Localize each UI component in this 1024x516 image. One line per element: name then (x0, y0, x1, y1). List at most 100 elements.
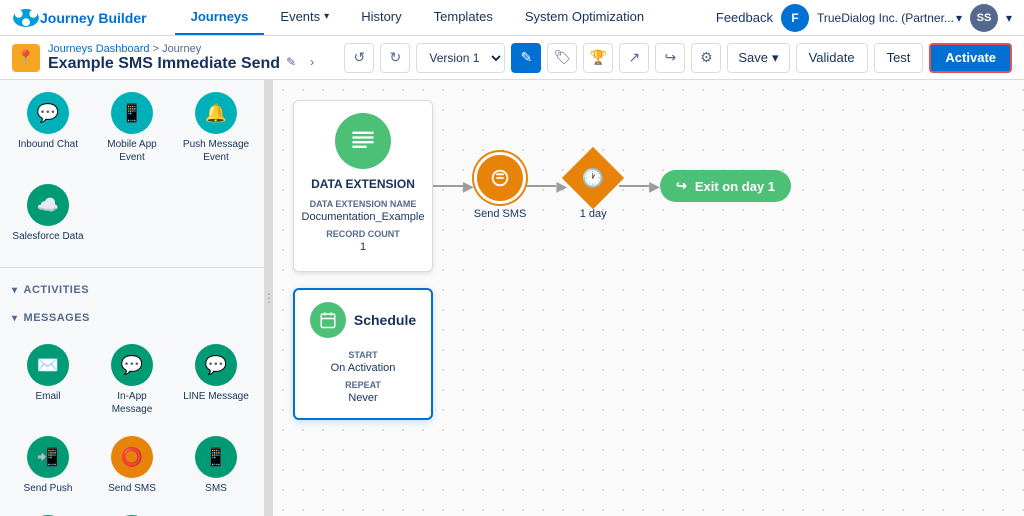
salesforce-data-label: Salesforce Data (12, 230, 83, 243)
de-name-value: Documentation_Example (302, 211, 425, 223)
nav-tab-events[interactable]: Events ▾ (264, 0, 345, 35)
breadcrumb-separator: > (153, 43, 162, 55)
share-icon-button[interactable]: ↪ (655, 43, 685, 73)
schedule-repeat-label: REPEAT (345, 380, 381, 390)
line-message-icon: 💬 (195, 344, 237, 386)
mobile-app-label: Mobile App Event (96, 138, 168, 164)
panel-divider-1 (0, 267, 264, 268)
logo: Journey Builder (0, 0, 175, 35)
schedule-card[interactable]: Schedule START On Activation REPEAT Neve… (293, 288, 433, 420)
user-avatar[interactable]: SS (970, 4, 998, 32)
second-bar-actions: ↺ ↻ Version 1 ✎ 🏷 🏆 ↗ ↪ ⚙ Save ▾ Validat… (344, 43, 1012, 73)
data-extension-title: DATA EXTENSION (311, 177, 415, 191)
clock-icon: 🕐 (582, 167, 604, 188)
sidebar-item-email[interactable]: ✉️ Email (8, 336, 88, 424)
sidebar-item-whatsapp[interactable]: 📞 WhatsApp (8, 507, 88, 516)
version-select[interactable]: Version 1 (416, 43, 505, 73)
nav-tabs: Journeys Events ▾ History Templates Syst… (175, 0, 661, 35)
sidebar-item-send-push[interactable]: 📲 Send Push (8, 428, 88, 503)
nav-tab-system-optimization[interactable]: System Optimization (509, 0, 660, 35)
pencil-button[interactable]: ✎ (511, 43, 541, 73)
send-push-icon: 📲 (27, 436, 69, 478)
user-menu[interactable]: ▾ (1006, 11, 1012, 25)
breadcrumb-parent[interactable]: Journeys Dashboard (48, 43, 150, 55)
inbound-chat-icon: 💬 (27, 92, 69, 134)
redo-button[interactable]: ↻ (380, 43, 410, 73)
wait-node[interactable]: 🕐 1 day (567, 152, 619, 220)
schedule-icon (310, 302, 346, 338)
in-app-icon: 💬 (111, 344, 153, 386)
undo-button[interactable]: ↺ (344, 43, 374, 73)
chevron-right-icon[interactable]: › (310, 55, 328, 73)
line-message-label: LINE Message (183, 390, 249, 403)
sidebar-item-mobile-app-event[interactable]: 📱 Mobile App Event (92, 84, 172, 172)
sidebar-item-send-sms[interactable]: ⭕ Send SMS (92, 428, 172, 503)
sidebar-item-sms[interactable]: 📱 SMS (176, 428, 256, 503)
send-sms-circle (474, 152, 526, 204)
sources-grid: 💬 Inbound Chat 📱 Mobile App Event 🔔 Push… (0, 80, 264, 259)
breadcrumb: Journeys Dashboard > Journey (48, 43, 328, 55)
nav-tab-journeys[interactable]: Journeys (175, 0, 265, 35)
send-sms-node[interactable]: Send SMS (474, 152, 527, 220)
resize-handle[interactable] (265, 80, 273, 516)
nav-right: Feedback F TrueDialog Inc. (Partner... ▾… (716, 4, 1024, 32)
exit-icon: ↪ (676, 178, 687, 194)
chevron-down-icon: ▾ (12, 285, 18, 296)
trophy-icon-button[interactable]: 🏆 (583, 43, 613, 73)
nav-tab-history[interactable]: History (345, 0, 417, 35)
flow-row: DATA EXTENSION DATA EXTENSION NAME Docum… (293, 100, 1004, 272)
email-icon: ✉️ (27, 344, 69, 386)
breadcrumb-current: Journey (162, 43, 201, 55)
sms-label: SMS (205, 482, 227, 495)
data-extension-card[interactable]: DATA EXTENSION DATA EXTENSION NAME Docum… (293, 100, 433, 272)
line-2 (526, 185, 556, 187)
mobile-app-icon: 📱 (111, 92, 153, 134)
activities-section-header[interactable]: ▾ ACTIVITIES (0, 276, 264, 304)
activate-button[interactable]: Activate (929, 43, 1012, 73)
export-icon-button[interactable]: ↗ (619, 43, 649, 73)
messages-grid: ✉️ Email 💬 In-App Message 💬 LINE Message… (0, 332, 264, 516)
line-3 (619, 185, 649, 187)
sidebar-item-line-message[interactable]: 💬 LINE Message (176, 336, 256, 424)
chevron-down-icon: ▾ (772, 50, 779, 66)
exit-node[interactable]: ↪ Exit on day 1 (660, 170, 791, 202)
push-message-label: Push Message Event (180, 138, 252, 164)
arrow-icon-3: ▶ (649, 178, 660, 195)
sms-icon: 📱 (195, 436, 237, 478)
send-push-label: Send Push (24, 482, 73, 495)
tag-icon-button[interactable]: 🏷 (547, 43, 577, 73)
messages-section-header[interactable]: ▾ Messages (0, 304, 264, 332)
de-count-label: RECORD COUNT (326, 229, 400, 239)
nav-tab-templates[interactable]: Templates (418, 0, 509, 35)
wait-diamond-container: 🕐 (567, 152, 619, 204)
test-button[interactable]: Test (874, 43, 924, 73)
de-count-value: 1 (360, 241, 366, 253)
chevron-down-icon: ▾ (956, 11, 962, 25)
location-icon: 📍 (17, 49, 34, 66)
send-sms-label: Send SMS (474, 208, 527, 220)
breadcrumb-area: Journeys Dashboard > Journey Example SMS… (48, 43, 328, 73)
edit-icon[interactable]: ✎ (286, 55, 304, 73)
canvas-area[interactable]: DATA EXTENSION DATA EXTENSION NAME Docum… (273, 80, 1024, 516)
arrow-icon-1: ▶ (463, 178, 474, 195)
sidebar-item-in-app-message[interactable]: 💬 In-App Message (92, 336, 172, 424)
schedule-repeat-value: Never (348, 392, 377, 404)
org-name[interactable]: TrueDialog Inc. (Partner... ▾ (817, 11, 962, 25)
schedule-start-value: On Activation (331, 362, 396, 374)
sidebar-item-salesforce-data[interactable]: ☁️ Salesforce Data (8, 176, 88, 251)
chevron-down-icon: ▾ (324, 11, 329, 22)
canvas-inner: DATA EXTENSION DATA EXTENSION NAME Docum… (273, 80, 1024, 440)
left-panel: 💬 Inbound Chat 📱 Mobile App Event 🔔 Push… (0, 80, 265, 516)
schedule-start-label: START (348, 350, 377, 360)
sidebar-item-custom[interactable]: ⬜ Custom (92, 507, 172, 516)
sidebar-item-push-message-event[interactable]: 🔔 Push Message Event (176, 84, 256, 172)
validate-button[interactable]: Validate (796, 43, 868, 73)
settings-icon-button[interactable]: ⚙ (691, 43, 721, 73)
sidebar-item-inbound-chat[interactable]: 💬 Inbound Chat (8, 84, 88, 172)
save-button[interactable]: Save ▾ (727, 43, 789, 73)
send-sms-label: Send SMS (108, 482, 156, 495)
feedback-link[interactable]: Feedback (716, 10, 773, 25)
in-app-label: In-App Message (96, 390, 168, 416)
salesforce-data-icon: ☁️ (27, 184, 69, 226)
de-name-label: DATA EXTENSION NAME (310, 199, 417, 209)
